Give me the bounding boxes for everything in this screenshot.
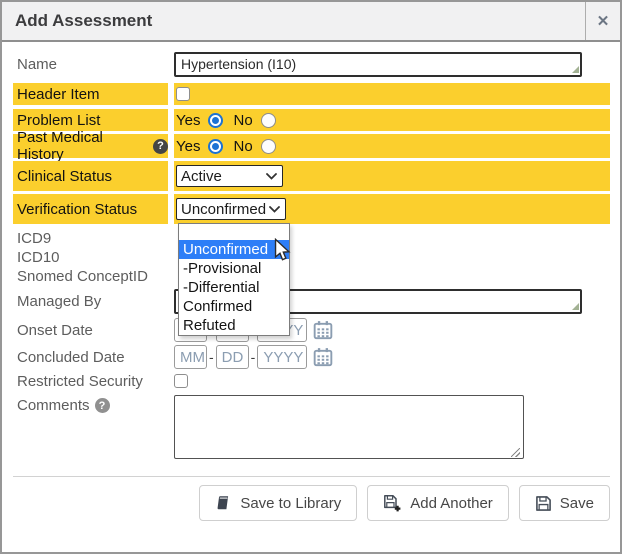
calendar-icon[interactable] [313, 320, 333, 340]
footer-divider [13, 476, 610, 477]
problem-list-label: Problem List [13, 109, 168, 131]
header-item-checkbox[interactable] [176, 87, 190, 101]
dropdown-option-differential[interactable]: -Differential [179, 278, 289, 297]
icd10-row: ICD10 [13, 248, 610, 267]
add-assessment-dialog: Add Assessment ✕ Name Header Item Proble… [0, 0, 622, 554]
dropdown-option-refuted[interactable]: Refuted [179, 316, 289, 335]
snomed-label: Snomed ConceptID [13, 268, 168, 285]
concluded-year-input[interactable] [257, 345, 307, 369]
past-medical-history-label-text: Past Medical History [17, 129, 148, 163]
past-medical-history-row: Past Medical History ? Yes No [13, 134, 610, 158]
restricted-security-checkbox[interactable] [174, 374, 188, 388]
name-label: Name [13, 56, 168, 73]
verification-status-label: Verification Status [13, 194, 168, 224]
problem-list-no-radio[interactable] [261, 113, 276, 128]
icd9-label: ICD9 [13, 230, 168, 247]
save-button[interactable]: Save [519, 485, 610, 521]
dialog-title: Add Assessment [2, 2, 585, 40]
calendar-icon[interactable] [313, 347, 333, 367]
date-separator: - [251, 349, 256, 365]
dropdown-option-unconfirmed[interactable]: Unconfirmed [179, 240, 289, 259]
concluded-date-row: Concluded Date - - [13, 344, 610, 370]
save-to-library-button[interactable]: Save to Library [199, 485, 357, 521]
pmh-no-radio[interactable] [261, 139, 276, 154]
verification-status-select[interactable]: Unconfirmed [176, 198, 286, 220]
button-bar: Save to Library Add Another Save [13, 485, 610, 521]
clinical-status-value: Active [181, 168, 222, 185]
pmh-yes-label: Yes [176, 138, 200, 155]
problem-list-yes-label: Yes [176, 112, 200, 129]
managed-by-row: Managed By [13, 288, 610, 314]
comments-textarea-wrap [174, 395, 524, 464]
comments-label: Comments ? [13, 397, 168, 414]
comments-row: Comments ? [13, 395, 610, 464]
save-icon [535, 495, 552, 512]
icd9-row: ICD9 [13, 229, 610, 248]
save-plus-icon [383, 494, 402, 512]
date-separator: - [209, 349, 214, 365]
dialog-body: Name Header Item Problem List Yes No [2, 42, 620, 521]
concluded-month-input[interactable] [174, 345, 207, 369]
pmh-no-label: No [233, 138, 252, 155]
verification-status-value: Unconfirmed [181, 201, 266, 218]
dropdown-option-confirmed[interactable]: Confirmed [179, 297, 289, 316]
clinical-status-row: Clinical Status Active [13, 161, 610, 191]
header-item-label: Header Item [13, 83, 168, 105]
past-medical-history-label: Past Medical History ? [13, 134, 168, 158]
verification-status-dropdown-list: Unconfirmed -Provisional -Differential C… [178, 223, 290, 336]
close-button[interactable]: ✕ [585, 2, 620, 40]
clinical-status-select[interactable]: Active [176, 165, 283, 187]
chevron-down-icon [266, 173, 277, 180]
name-input-wrap [174, 52, 582, 77]
name-row: Name [13, 50, 610, 78]
snomed-row: Snomed ConceptID [13, 267, 610, 286]
save-to-library-label: Save to Library [240, 495, 341, 512]
pmh-yes-radio[interactable] [208, 139, 223, 154]
restricted-security-row: Restricted Security [13, 371, 610, 391]
dropdown-option-blank[interactable] [179, 224, 289, 240]
dialog-header: Add Assessment ✕ [2, 2, 620, 42]
chevron-down-icon [269, 206, 280, 213]
dropdown-option-provisional[interactable]: -Provisional [179, 259, 289, 278]
add-another-button[interactable]: Add Another [367, 485, 509, 521]
verification-status-row: Verification Status Unconfirmed [13, 194, 610, 224]
problem-list-no-label: No [233, 112, 252, 129]
concluded-date-label: Concluded Date [13, 349, 168, 366]
problem-list-yes-radio[interactable] [208, 113, 223, 128]
help-icon[interactable]: ? [153, 139, 168, 154]
managed-by-label: Managed By [13, 293, 168, 310]
help-icon[interactable]: ? [95, 398, 110, 413]
comments-textarea[interactable] [174, 395, 524, 459]
book-icon [215, 495, 232, 511]
comments-label-text: Comments [17, 397, 90, 414]
add-another-label: Add Another [410, 495, 493, 512]
onset-date-row: Onset Date - - [13, 317, 610, 343]
problem-list-row: Problem List Yes No [13, 109, 610, 131]
name-input[interactable] [174, 52, 582, 77]
close-icon: ✕ [597, 12, 610, 30]
clinical-status-label: Clinical Status [13, 161, 168, 191]
restricted-security-label: Restricted Security [13, 373, 168, 390]
save-label: Save [560, 495, 594, 512]
header-item-row: Header Item [13, 83, 610, 105]
onset-date-label: Onset Date [13, 322, 168, 339]
icd10-label: ICD10 [13, 249, 168, 266]
concluded-day-input[interactable] [216, 345, 249, 369]
